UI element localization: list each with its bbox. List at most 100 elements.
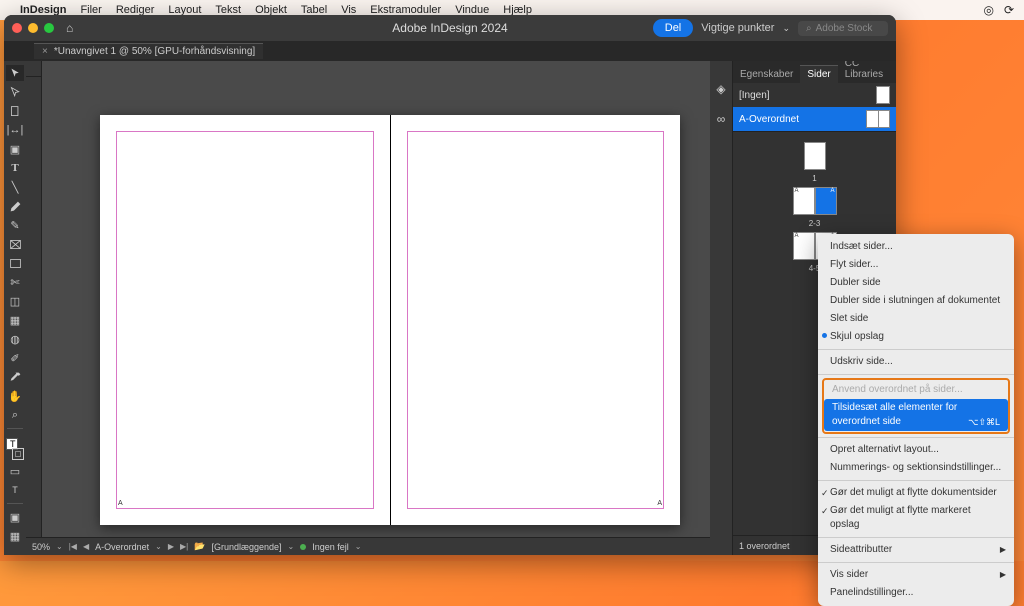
eyedropper-tool[interactable] bbox=[6, 369, 24, 385]
bullet-icon bbox=[822, 333, 827, 338]
links-panel-icon[interactable]: ∞ bbox=[713, 111, 729, 127]
page-thumb-2-3[interactable]: A A bbox=[793, 187, 837, 215]
ctx-delete-page[interactable]: Slet side bbox=[818, 310, 1014, 328]
type-tool[interactable]: T bbox=[6, 160, 24, 176]
screen-mode-normal[interactable]: ▣ bbox=[6, 509, 24, 525]
tab-cc-libraries[interactable]: CC Libraries bbox=[838, 61, 890, 83]
page-nav-first[interactable]: |◀ bbox=[69, 542, 77, 551]
ctx-separator bbox=[818, 562, 1014, 563]
zoom-dropdown-icon[interactable]: ⌄ bbox=[56, 542, 63, 551]
status-bar: 50% ⌄ |◀ ◀ A-Overordnet ⌄ ▶ ▶| 📂 [Grundl… bbox=[26, 537, 710, 555]
tab-egenskaber[interactable]: Egenskaber bbox=[733, 66, 800, 83]
vertical-ruler[interactable] bbox=[26, 77, 42, 537]
panel-dock: ◈ ∞ bbox=[710, 61, 732, 555]
page-corner-marker: A bbox=[118, 500, 123, 507]
selection-tool[interactable] bbox=[6, 65, 24, 81]
panel-menu-icon[interactable]: ≡ bbox=[890, 66, 896, 83]
page-nav-last[interactable]: ▶| bbox=[180, 542, 188, 551]
gap-tool[interactable]: |↔| bbox=[6, 122, 24, 138]
ctx-page-attributes[interactable]: Sideattributter▶ bbox=[818, 541, 1014, 559]
shortcut-label: ⌥⇧⌘L bbox=[968, 415, 1000, 429]
gradient-swatch-tool[interactable]: ▦ bbox=[6, 312, 24, 328]
ctx-view-pages[interactable]: Vis sider▶ bbox=[818, 566, 1014, 584]
formatting-text-icon[interactable]: T bbox=[6, 482, 24, 498]
scissors-tool[interactable]: ✄ bbox=[6, 274, 24, 290]
submenu-arrow-icon: ▶ bbox=[1000, 568, 1006, 582]
open-file-icon[interactable]: 📂 bbox=[194, 541, 205, 552]
ctx-duplicate-page[interactable]: Dubler side bbox=[818, 274, 1014, 292]
ctx-insert-pages[interactable]: Indsæt sider... bbox=[818, 238, 1014, 256]
ctx-duplicate-end[interactable]: Dubler side i slutningen af dokumentet bbox=[818, 292, 1014, 310]
page-tool[interactable] bbox=[6, 103, 24, 119]
master-label: A-Overordnet bbox=[739, 114, 799, 125]
free-transform-tool[interactable]: ◫ bbox=[6, 293, 24, 309]
page-thumb-1[interactable] bbox=[804, 142, 826, 170]
page-spread[interactable]: A A bbox=[100, 115, 680, 525]
page-dropdown-icon[interactable]: ⌄ bbox=[155, 542, 162, 551]
page-right[interactable]: A bbox=[390, 115, 680, 525]
ctx-highlight-box: Anvend overordnet på sider... Tilsidesæt… bbox=[822, 378, 1010, 434]
submenu-arrow-icon: ▶ bbox=[1000, 543, 1006, 557]
document-tab-label: *Unavngivet 1 @ 50% [GPU-forhåndsvisning… bbox=[54, 46, 255, 57]
pen-tool[interactable] bbox=[6, 198, 24, 214]
page-label: 1 bbox=[812, 174, 816, 183]
ctx-move-pages[interactable]: Flyt sider... bbox=[818, 256, 1014, 274]
document-tab[interactable]: × *Unavngivet 1 @ 50% [GPU-forhåndsvisni… bbox=[34, 43, 263, 59]
tools-panel: |↔| ▣ T ╲ ✎ ✄ ◫ ▦ ◍ ✐ ✋ ⌕ T ▭ T ▣ ▦ bbox=[4, 61, 26, 555]
ctx-allow-selected-shuffle[interactable]: ✓Gør det muligt at flytte markeret opsla… bbox=[818, 502, 1014, 534]
ctx-override-master-items[interactable]: Tilsidesæt alle elementer for overordnet… bbox=[824, 399, 1008, 431]
ctx-separator bbox=[818, 537, 1014, 538]
ctx-numbering-sections[interactable]: Nummerings- og sektionsindstillinger... bbox=[818, 459, 1014, 477]
preflight-profile[interactable]: [Grundlæggende] bbox=[211, 542, 281, 552]
sys-icon-1[interactable]: ◎ bbox=[983, 3, 993, 17]
ctx-apply-master: Anvend overordnet på sider... bbox=[824, 381, 1008, 399]
layers-panel-icon[interactable]: ◈ bbox=[713, 81, 729, 97]
note-tool[interactable]: ✐ bbox=[6, 350, 24, 366]
zoom-level[interactable]: 50% bbox=[32, 542, 50, 552]
master-label: [Ingen] bbox=[739, 90, 770, 101]
ctx-alt-layout[interactable]: Opret alternativt layout... bbox=[818, 441, 1014, 459]
ctx-allow-doc-shuffle[interactable]: ✓Gør det muligt at flytte dokumentsider bbox=[818, 484, 1014, 502]
master-a-overordnet[interactable]: A-Overordnet bbox=[733, 107, 896, 131]
rectangle-tool[interactable] bbox=[6, 255, 24, 271]
close-tab-icon[interactable]: × bbox=[42, 46, 48, 57]
indesign-window: ⌂ Adobe InDesign 2024 Del Vigtige punkte… bbox=[4, 15, 896, 555]
line-tool[interactable]: ╲ bbox=[6, 179, 24, 195]
master-none[interactable]: [Ingen] bbox=[733, 83, 896, 107]
screen-mode-preview[interactable]: ▦ bbox=[6, 528, 24, 544]
preflight-errors[interactable]: Ingen fejl bbox=[312, 542, 349, 552]
ctx-panel-options[interactable]: Panelindstillinger... bbox=[818, 584, 1014, 602]
margin-guide bbox=[116, 131, 374, 509]
canvas-area: 2002040608010012014016018020022024026028… bbox=[26, 61, 710, 555]
zoom-tool[interactable]: ⌕ bbox=[6, 407, 24, 423]
page-label: 2-3 bbox=[809, 219, 821, 228]
panel-tabs: Egenskaber Sider CC Libraries ≡ bbox=[733, 61, 896, 83]
ctx-hide-spread[interactable]: Skjul opslag bbox=[818, 328, 1014, 346]
preflight-status-icon bbox=[300, 544, 306, 550]
gradient-feather-tool[interactable]: ◍ bbox=[6, 331, 24, 347]
content-collector-tool[interactable]: ▣ bbox=[6, 141, 24, 157]
rectangle-frame-tool[interactable] bbox=[6, 236, 24, 252]
formatting-container-icon[interactable]: ▭ bbox=[6, 463, 24, 479]
artboard[interactable]: A A bbox=[42, 77, 710, 537]
page-indicator[interactable]: A-Overordnet bbox=[95, 542, 149, 552]
page-left[interactable]: A bbox=[100, 115, 390, 525]
ctx-separator bbox=[818, 437, 1014, 438]
check-icon: ✓ bbox=[821, 504, 829, 518]
page-corner-marker: A bbox=[657, 500, 662, 507]
sys-icon-2[interactable]: ⟳ bbox=[1004, 3, 1014, 17]
ctx-separator bbox=[818, 349, 1014, 350]
window-titlebar: ⌂ Adobe InDesign 2024 Del Vigtige punkte… bbox=[4, 15, 896, 41]
fill-stroke-swatches[interactable]: T bbox=[6, 438, 24, 460]
direct-selection-tool[interactable] bbox=[6, 84, 24, 100]
page-nav-next[interactable]: ▶ bbox=[168, 542, 174, 551]
tab-sider[interactable]: Sider bbox=[800, 65, 837, 83]
ctx-separator bbox=[818, 374, 1014, 375]
page-nav-prev[interactable]: ◀ bbox=[83, 542, 89, 551]
ctx-separator bbox=[818, 480, 1014, 481]
pencil-tool[interactable]: ✎ bbox=[6, 217, 24, 233]
check-icon: ✓ bbox=[821, 486, 829, 500]
ctx-print-page[interactable]: Udskriv side... bbox=[818, 353, 1014, 371]
master-thumb-icon bbox=[876, 86, 890, 104]
hand-tool[interactable]: ✋ bbox=[6, 388, 24, 404]
